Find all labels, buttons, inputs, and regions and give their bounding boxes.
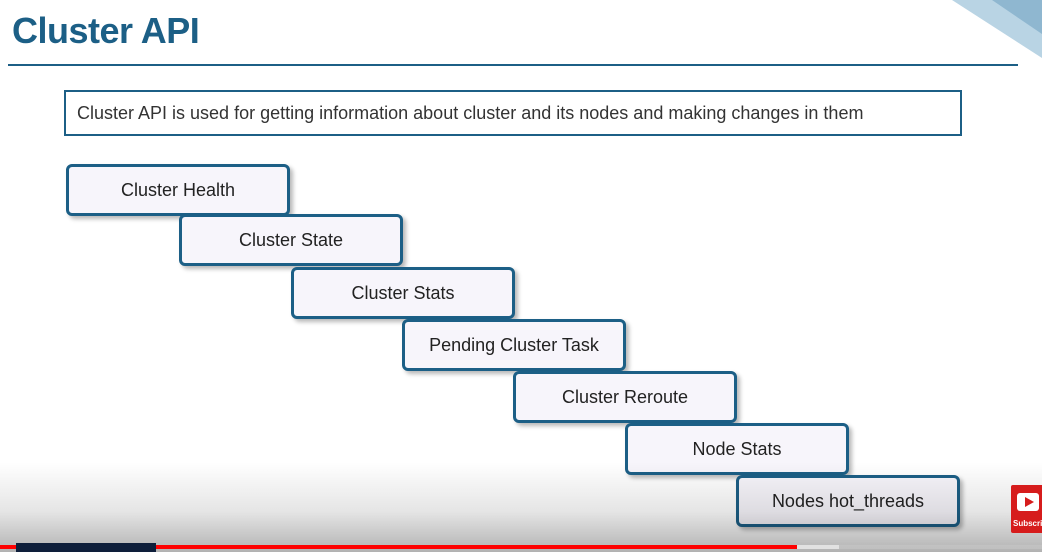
- chapter-marker: [16, 543, 156, 552]
- subscribe-watermark[interactable]: Subscribe: [1011, 485, 1042, 533]
- corner-decoration: [952, 0, 1042, 58]
- play-button-icon: [1017, 493, 1039, 511]
- step-cluster-stats: Cluster Stats: [291, 267, 515, 319]
- description-text: Cluster API is used for getting informat…: [77, 102, 864, 123]
- step-cluster-reroute: Cluster Reroute: [513, 371, 737, 423]
- step-cluster-health: Cluster Health: [66, 164, 290, 216]
- step-label: Nodes hot_threads: [771, 490, 925, 511]
- step-pending-cluster-task: Pending Cluster Task: [402, 319, 626, 371]
- progress-bar[interactable]: [0, 545, 1042, 549]
- step-nodes-hot-threads: Nodes hot_threads: [736, 475, 960, 527]
- title-divider: [8, 64, 1018, 66]
- step-label: Pending Cluster Task: [429, 334, 599, 355]
- slide-title: Cluster API: [12, 10, 200, 51]
- step-cluster-state: Cluster State: [179, 214, 403, 266]
- step-label: Cluster State: [238, 229, 344, 250]
- step-label: Cluster Reroute: [561, 386, 689, 407]
- description-box: Cluster API is used for getting informat…: [64, 90, 962, 136]
- step-label: Cluster Stats: [351, 282, 455, 303]
- step-node-stats: Node Stats: [625, 423, 849, 475]
- step-label: Node Stats: [692, 438, 782, 459]
- step-label: Cluster Health: [120, 179, 236, 200]
- subscribe-label: Subscribe: [1013, 519, 1042, 528]
